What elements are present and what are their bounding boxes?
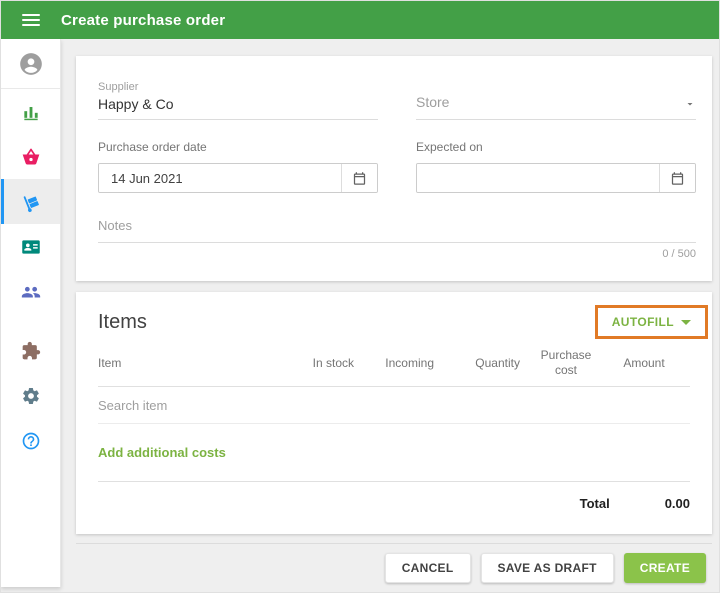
app-header: Create purchase order [1, 1, 719, 39]
supplier-label: Supplier [98, 81, 139, 93]
action-bar: CANCEL SAVE AS DRAFT CREATE [384, 553, 706, 583]
purchase-order-date-label: Purchase order date [98, 140, 207, 154]
hand-truck-icon [20, 191, 42, 213]
supplier-field[interactable]: Supplier [98, 78, 378, 120]
page-title: Create purchase order [61, 11, 226, 29]
notes-char-counter: 0 / 500 [662, 248, 696, 260]
autofill-label: AUTOFILL [611, 315, 674, 329]
notes-field: 0 / 500 [98, 217, 696, 260]
sidebar-item-help[interactable] [1, 418, 60, 463]
purchase-order-date-field: Purchase order date [98, 140, 378, 193]
total-row: Total 0.00 [98, 481, 690, 524]
help-icon [21, 431, 41, 451]
shopping-basket-icon [21, 147, 41, 167]
expected-on-field: Expected on [416, 140, 696, 193]
chevron-down-icon [681, 319, 691, 325]
calendar-icon[interactable] [341, 164, 377, 192]
footer-divider [76, 543, 712, 544]
app-window: Create purchase order Supplier Happy & C… [0, 0, 720, 593]
sidebar-item-integrations[interactable] [1, 328, 60, 373]
profile-avatar-icon [18, 51, 44, 77]
notes-input[interactable] [98, 218, 696, 243]
save-as-draft-button[interactable]: SAVE AS DRAFT [480, 553, 614, 583]
order-details-card: Supplier Store Purchase order date [76, 56, 712, 281]
supplier-input[interactable] [98, 96, 378, 112]
sidebar-item-contacts[interactable] [1, 224, 60, 269]
expected-on-input[interactable] [417, 164, 659, 192]
items-card: Items AUTOFILL Item In stock Incoming Qu… [76, 292, 712, 534]
store-label: Store [416, 94, 450, 110]
chevron-down-icon [684, 98, 696, 110]
people-icon [20, 281, 42, 303]
gear-icon [21, 386, 41, 406]
menu-icon[interactable] [22, 14, 40, 26]
column-header-incoming: Incoming [385, 356, 434, 370]
sidebar [1, 39, 61, 587]
column-header-purchase-cost: Purchase cost [540, 348, 592, 377]
total-label: Total [579, 495, 610, 511]
add-additional-costs-link[interactable]: Add additional costs [98, 445, 226, 460]
sidebar-item-employees[interactable] [1, 269, 60, 314]
column-header-item: Item [98, 356, 122, 370]
search-item-row [98, 387, 690, 424]
sidebar-item-profile[interactable] [1, 39, 60, 89]
items-table-header: Item In stock Incoming Quantity Purchase… [98, 340, 690, 387]
cancel-button[interactable]: CANCEL [384, 553, 471, 583]
column-header-amount: Amount [623, 356, 665, 370]
puzzle-piece-icon [21, 341, 41, 361]
total-value: 0.00 [664, 495, 690, 511]
column-header-quantity: Quantity [475, 356, 520, 370]
sidebar-item-sales[interactable] [1, 134, 60, 179]
store-select[interactable]: Store [416, 78, 696, 120]
autofill-highlight-box: AUTOFILL [594, 305, 708, 339]
sidebar-item-reports[interactable] [1, 89, 60, 134]
items-section-title: Items [98, 310, 147, 333]
expected-on-label: Expected on [416, 140, 483, 154]
sidebar-group-divider [1, 314, 60, 328]
column-header-in-stock: In stock [312, 356, 354, 370]
sidebar-item-settings[interactable] [1, 373, 60, 418]
bar-chart-icon [21, 102, 41, 122]
contact-card-icon [21, 237, 41, 257]
purchase-order-date-input[interactable] [99, 164, 341, 192]
search-item-input[interactable] [98, 397, 690, 413]
sidebar-item-purchase-orders[interactable] [1, 179, 60, 224]
autofill-button[interactable]: AUTOFILL [597, 308, 705, 336]
create-button[interactable]: CREATE [623, 553, 706, 583]
calendar-icon[interactable] [659, 164, 695, 192]
